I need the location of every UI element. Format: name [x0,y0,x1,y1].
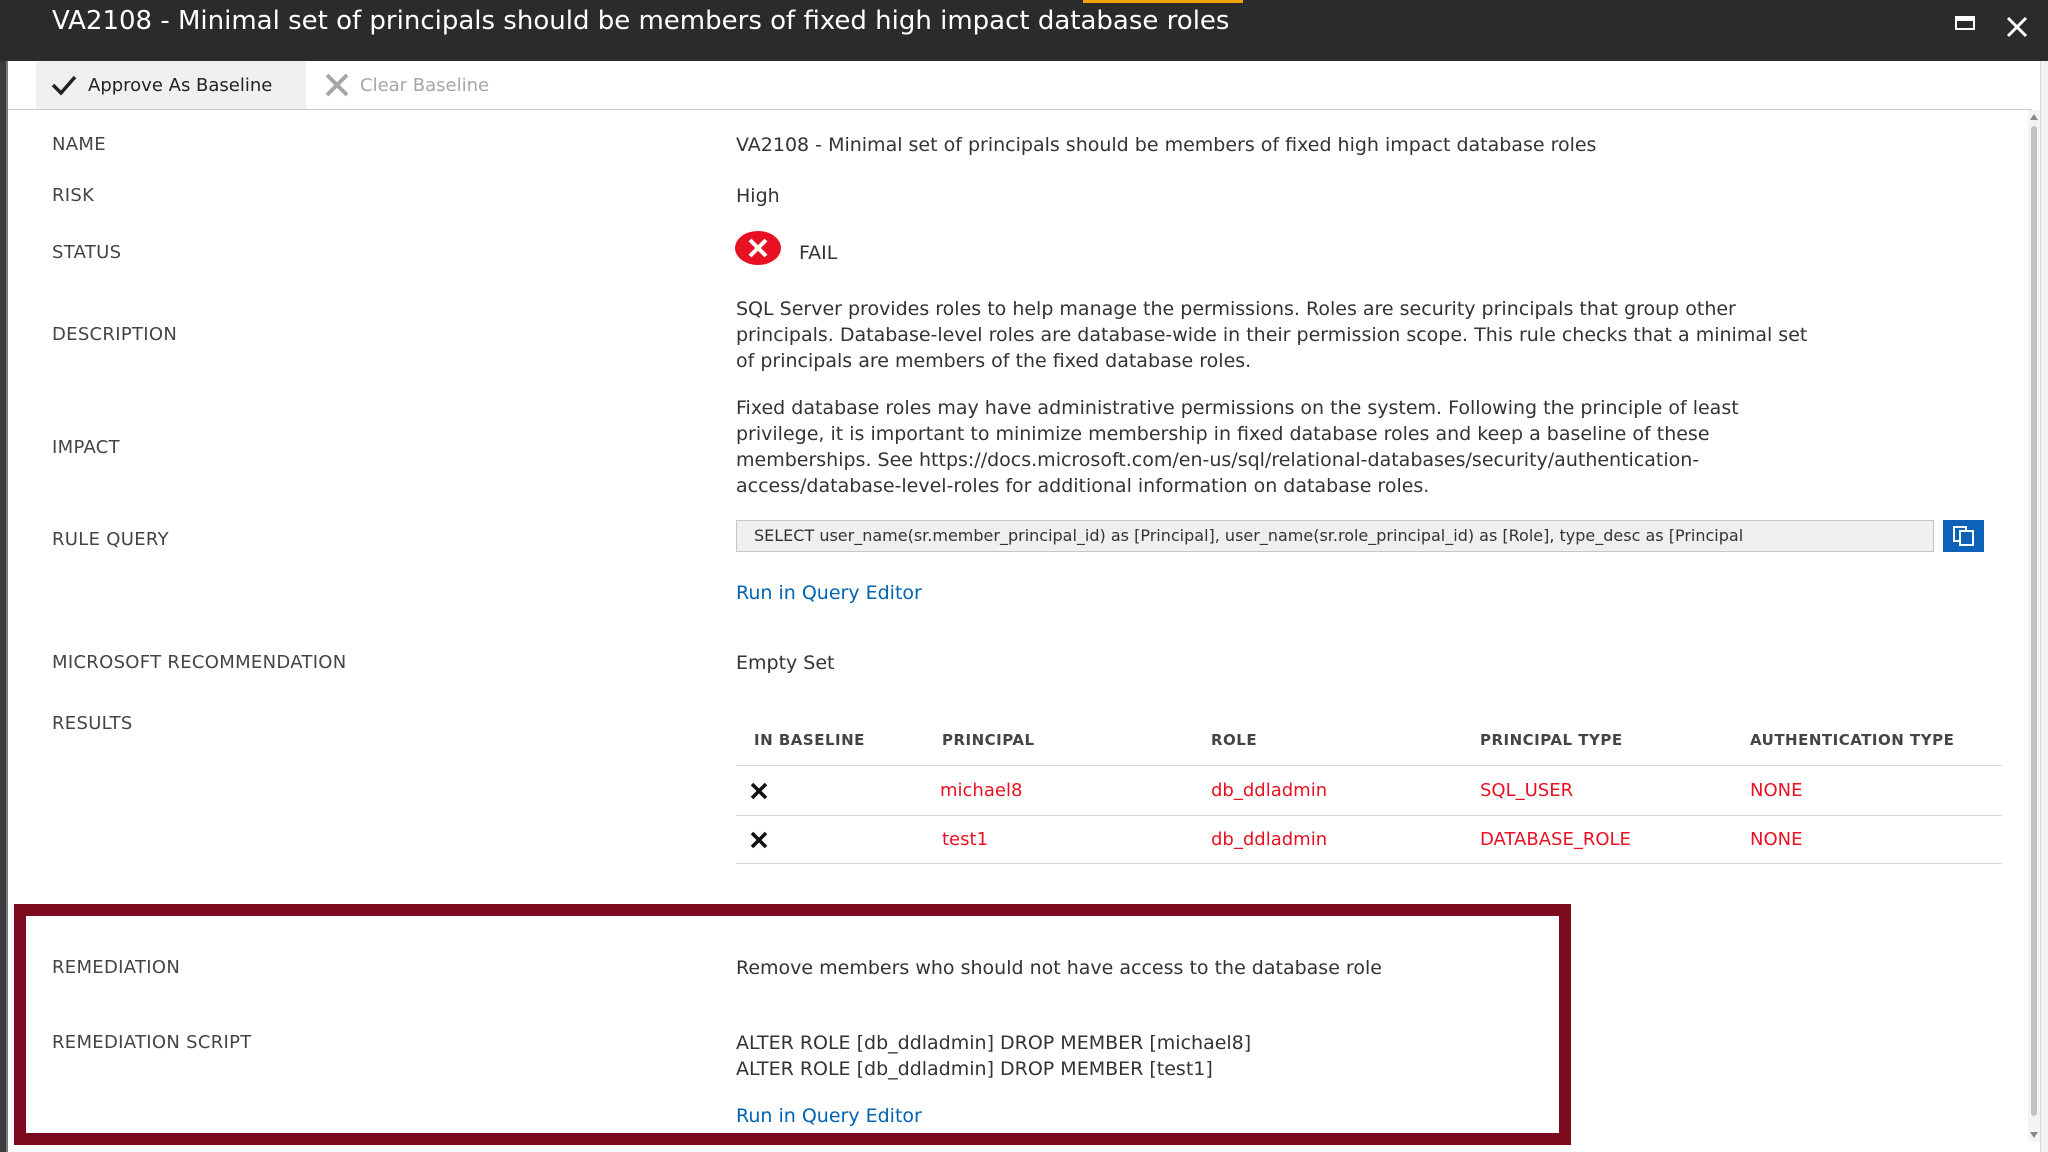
description-line: SQL Server provides roles to help manage… [736,298,1736,320]
title-bar: VA2108 - Minimal set of principals shoul… [0,0,2048,61]
results-label: RESULTS [52,713,133,734]
run-in-query-editor-link[interactable]: Run in Query Editor [736,582,922,604]
table-cell-principal-type: SQL_USER [1480,780,1574,801]
maximize-button[interactable] [1950,10,1984,44]
table-cell-role: db_ddladmin [1211,829,1328,850]
impact-text: Fixed database roles may have administra… [736,395,1986,499]
table-divider [736,863,2002,864]
remediation-value: Remove members who should not have acces… [736,957,1382,979]
copy-query-button[interactable] [1943,520,1984,552]
toolbar: Approve As Baseline Clear Baseline [8,61,2032,110]
status-value: FAIL [799,242,838,264]
impact-line: privilege, it is important to minimize m… [736,423,1710,445]
right-edge [2040,61,2048,1152]
table-cell-principal: michael8 [940,780,1023,801]
description-text: SQL Server provides roles to help manage… [736,296,1986,374]
remediation-script-label: REMEDIATION SCRIPT [52,1032,252,1053]
table-cell-role: db_ddladmin [1211,780,1328,801]
scroll-up-icon[interactable] [2030,114,2038,120]
vertical-scrollbar[interactable] [2028,110,2040,1142]
table-divider [736,815,2002,816]
approve-as-baseline-label: Approve As Baseline [88,74,273,96]
close-button[interactable] [2000,10,2034,44]
recommendation-label: MICROSOFT RECOMMENDATION [52,652,347,673]
title-accent [1083,0,1243,3]
rule-query-label: RULE QUERY [52,529,169,550]
remediation-script-line: ALTER ROLE [db_ddladmin] DROP MEMBER [te… [736,1058,1213,1080]
not-in-baseline-icon [750,782,768,800]
column-header-principal: PRINCIPAL [942,731,1035,749]
remediation-script-text: ALTER ROLE [db_ddladmin] DROP MEMBER [mi… [736,1030,1536,1082]
left-edge [0,61,8,1152]
name-label: NAME [52,134,106,155]
fail-status-icon [735,231,781,265]
table-divider [736,765,2002,766]
impact-line: memberships. See https://docs.microsoft.… [736,449,1700,471]
column-header-role: ROLE [1211,731,1258,749]
remediation-run-in-query-editor-link[interactable]: Run in Query Editor [736,1105,922,1127]
clear-baseline-label: Clear Baseline [360,74,490,96]
impact-line: Fixed database roles may have administra… [736,397,1739,419]
name-value: VA2108 - Minimal set of principals shoul… [736,134,1597,156]
approve-as-baseline-button[interactable]: Approve As Baseline [36,61,306,109]
not-in-baseline-icon [750,831,768,849]
status-label: STATUS [52,242,122,263]
table-cell-authentication-type: NONE [1750,829,1803,850]
description-line: of principals are members of the fixed d… [736,350,1252,372]
copy-icon [1953,526,1974,546]
impact-label: IMPACT [52,437,120,458]
table-cell-principal: test1 [942,829,989,850]
risk-label: RISK [52,185,95,206]
recommendation-value: Empty Set [736,652,835,674]
remediation-script-line: ALTER ROLE [db_ddladmin] DROP MEMBER [mi… [736,1032,1252,1054]
description-line: principals. Database-level roles are dat… [736,324,1808,346]
remediation-label: REMEDIATION [52,957,181,978]
clear-baseline-button[interactable]: Clear Baseline [324,61,489,109]
risk-value: High [736,185,780,207]
table-cell-authentication-type: NONE [1750,780,1803,801]
impact-line: access/database-level-roles for addition… [736,475,1430,497]
scroll-down-icon[interactable] [2030,1132,2038,1138]
column-header-principal-type: PRINCIPAL TYPE [1480,731,1623,749]
column-header-authentication-type: AUTHENTICATION TYPE [1750,731,1955,749]
scroll-thumb[interactable] [2031,126,2037,1116]
window-title: VA2108 - Minimal set of principals shoul… [52,6,1230,36]
column-header-in-baseline: IN BASELINE [754,731,865,749]
checkmark-icon [51,75,77,96]
table-cell-principal-type: DATABASE_ROLE [1480,829,1631,850]
rule-query-box[interactable]: SELECT user_name(sr.member_principal_id)… [736,520,1934,552]
maximize-icon [1955,16,1975,30]
description-label: DESCRIPTION [52,324,178,345]
clear-x-icon [325,73,349,97]
close-icon [2006,16,2028,38]
